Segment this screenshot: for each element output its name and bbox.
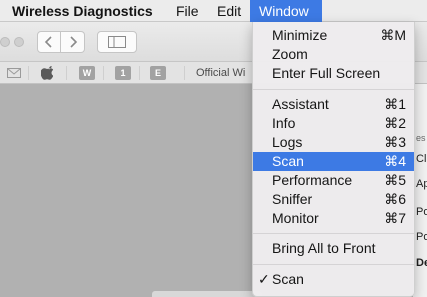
menu-file[interactable]: File: [176, 0, 199, 22]
menu-item-zoom[interactable]: Zoom: [253, 45, 414, 64]
menu-item-shortcut: ⌘7: [384, 210, 406, 226]
menu-separator: [253, 233, 414, 234]
favorite-tile-label: W: [79, 66, 95, 80]
menu-item-shortcut: ⌘3: [384, 134, 406, 150]
sidebar-toggle-button[interactable]: [97, 31, 137, 53]
background-text: Po: [416, 231, 427, 243]
menu-item-label: Assistant: [272, 96, 329, 112]
favorite-tile-label: 1: [115, 66, 131, 80]
menu-app-name[interactable]: Wireless Diagnostics: [12, 0, 153, 22]
divider: [66, 66, 67, 80]
menu-item-sniffer[interactable]: Sniffer ⌘6: [253, 190, 414, 209]
menu-item-label: Enter Full Screen: [272, 65, 381, 81]
favorite-tile-1[interactable]: 1: [115, 66, 131, 80]
menu-item-label: Logs: [272, 134, 303, 150]
background-text: Ap: [416, 178, 427, 190]
divider: [28, 66, 29, 80]
menu-separator: [253, 89, 414, 90]
menu-item-shortcut: ⌘M: [380, 27, 406, 43]
favorite-tile-label: E: [150, 66, 166, 80]
menu-edit[interactable]: Edit: [217, 0, 241, 22]
menu-item-shortcut: ⌘2: [384, 115, 406, 131]
chevron-left-icon: [44, 36, 52, 48]
apple-icon: [41, 66, 53, 80]
menu-item-enter-full-screen[interactable]: Enter Full Screen: [253, 64, 414, 83]
menu-item-scan[interactable]: Scan ⌘4: [253, 152, 414, 171]
menu-item-label: Zoom: [272, 46, 308, 62]
envelope-icon: [7, 68, 21, 78]
menu-item-shortcut: ⌘4: [384, 153, 406, 169]
menu-item-bring-all-to-front[interactable]: Bring All to Front: [253, 239, 414, 258]
menu-item-label: Performance: [272, 172, 353, 188]
back-button[interactable]: [37, 31, 61, 53]
menu-item-shortcut: ⌘1: [384, 96, 406, 112]
menu-item-label: Scan: [272, 153, 304, 169]
sidebar-icon: [108, 36, 126, 48]
menu-item-label: Monitor: [272, 210, 319, 226]
window-control-button[interactable]: [0, 37, 10, 47]
favorite-tile-w[interactable]: W: [79, 66, 95, 80]
menu-item-minimize[interactable]: Minimize ⌘M: [253, 26, 414, 45]
checkmark-icon: ✓: [258, 271, 270, 287]
background-text: es: [416, 133, 426, 143]
menu-item-label: Sniffer: [272, 191, 313, 207]
menu-item-logs[interactable]: Logs ⌘3: [253, 133, 414, 152]
divider: [139, 66, 140, 80]
menu-item-assistant[interactable]: Assistant ⌘1: [253, 95, 414, 114]
divider: [184, 66, 185, 80]
menu-item-scan-window[interactable]: ✓ Scan: [253, 270, 414, 289]
favorite-mail[interactable]: [6, 66, 22, 80]
menu-item-label: Bring All to Front: [272, 240, 376, 256]
divider: [103, 66, 104, 80]
favorite-official-link[interactable]: Official Wi: [196, 62, 245, 84]
menu-item-shortcut: ⌘5: [384, 172, 406, 188]
menu-item-info[interactable]: Info ⌘2: [253, 114, 414, 133]
menu-item-performance[interactable]: Performance ⌘5: [253, 171, 414, 190]
window-control-button[interactable]: [14, 37, 24, 47]
menu-item-label: Scan: [272, 271, 304, 287]
favorite-tile-e[interactable]: E: [150, 66, 166, 80]
forward-button[interactable]: [61, 31, 85, 53]
menu-item-label: Info: [272, 115, 296, 131]
background-text: De: [416, 257, 427, 269]
background-window-edge: [152, 291, 262, 297]
menu-window[interactable]: Window: [250, 0, 322, 22]
background-text: Cl: [416, 153, 427, 165]
window-menu: Minimize ⌘M Zoom Enter Full Screen Assis…: [252, 22, 415, 297]
chevron-right-icon: [69, 36, 77, 48]
menu-item-monitor[interactable]: Monitor ⌘7: [253, 209, 414, 228]
menu-item-label: Minimize: [272, 27, 328, 43]
menu-bar: Wireless Diagnostics File Edit Window: [0, 0, 427, 22]
menu-item-shortcut: ⌘6: [384, 191, 406, 207]
background-text: Po: [416, 206, 427, 218]
favorite-apple[interactable]: [39, 66, 55, 80]
menu-separator: [253, 264, 414, 265]
